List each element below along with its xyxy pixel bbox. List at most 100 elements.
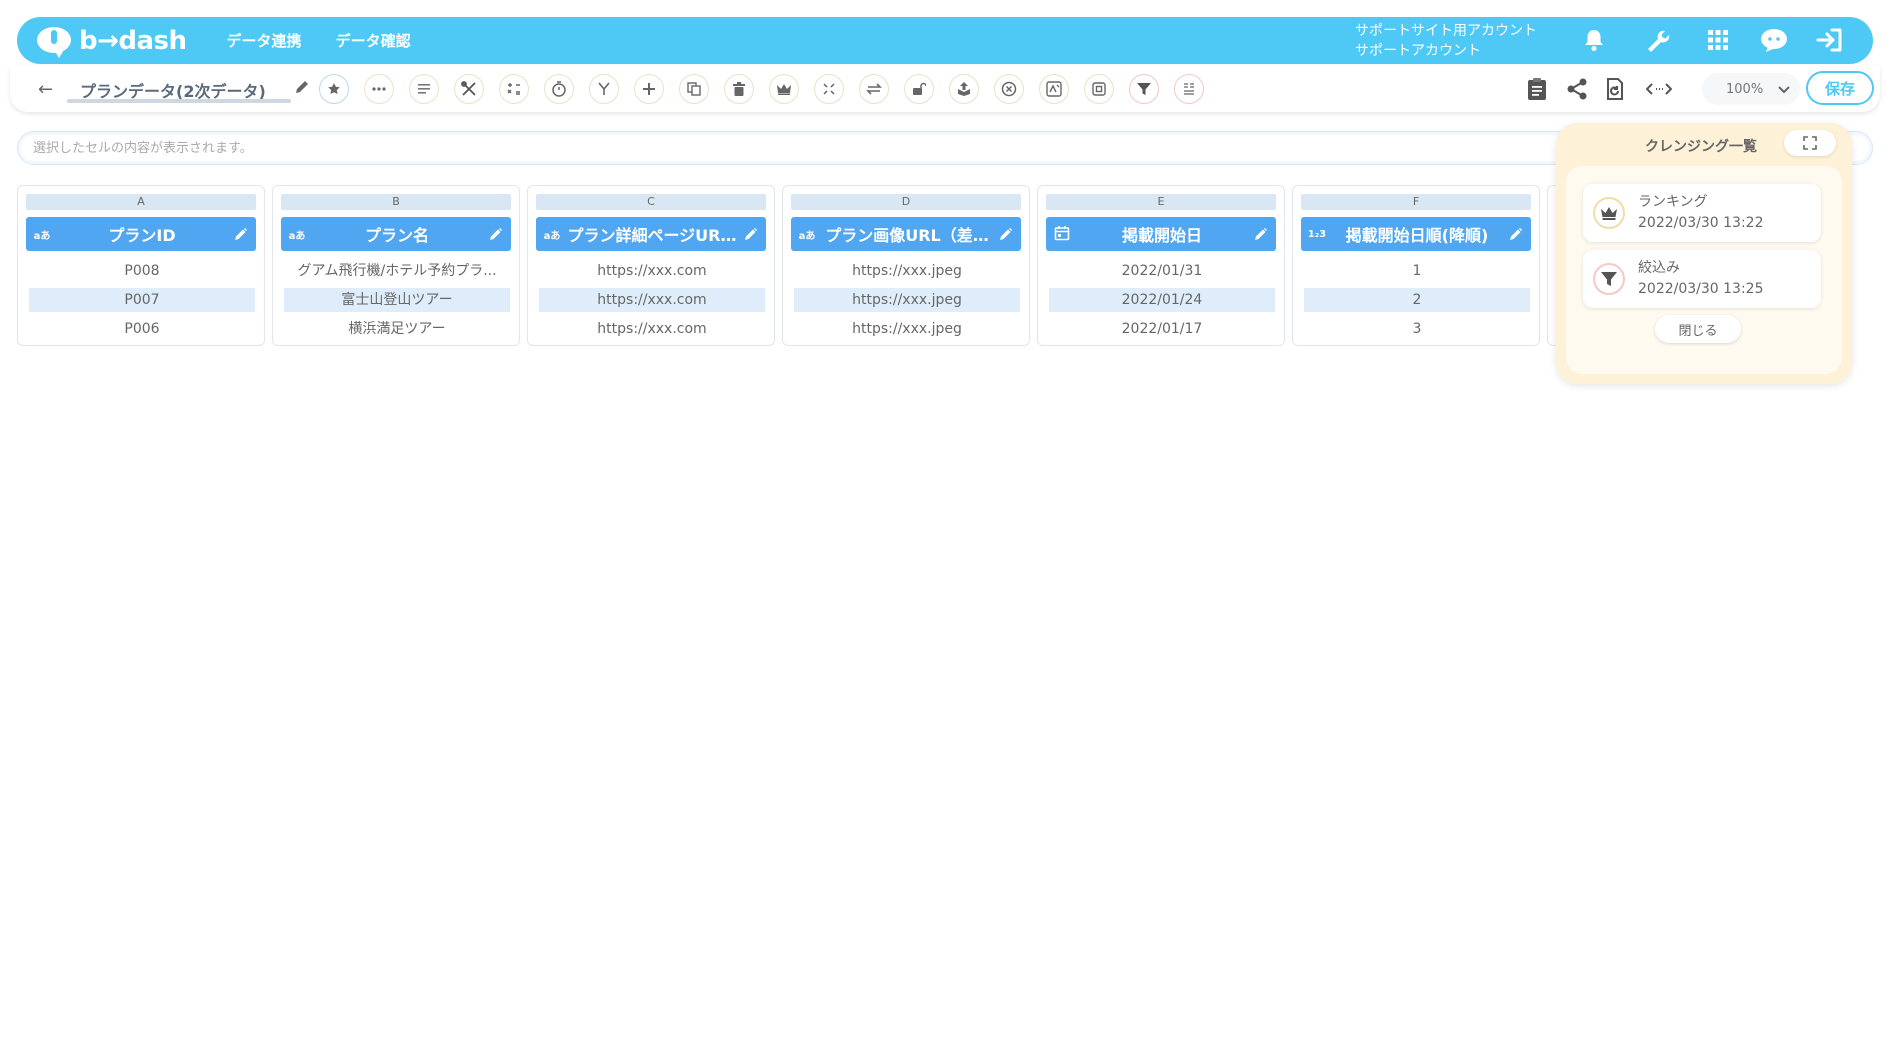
table-cell[interactable]: https://xxx.com <box>539 317 765 341</box>
sort-icon[interactable] <box>1174 74 1204 104</box>
column-name: プランID <box>108 226 176 245</box>
top-header: b→dash データ連携 データ確認 サポートサイト用アカウント サポートアカウ… <box>17 17 1873 64</box>
crown-icon[interactable] <box>769 74 799 104</box>
table-cell[interactable]: 2022/01/31 <box>1049 259 1275 283</box>
column-c: C aあ プラン詳細ページUR… https://xxx.com https:/… <box>527 185 775 346</box>
edit-column-icon[interactable] <box>740 227 762 241</box>
column-a: A aあ プランID P008 P007 P006 <box>17 185 265 346</box>
upload-icon[interactable] <box>949 74 979 104</box>
table-cell[interactable]: P007 <box>29 288 255 312</box>
refresh-icon[interactable] <box>1602 76 1628 102</box>
account-info[interactable]: サポートサイト用アカウント サポートアカウント <box>1355 21 1537 61</box>
logout-icon[interactable] <box>1815 25 1845 55</box>
edit-column-icon[interactable] <box>995 227 1017 241</box>
column-f: F 1₂3 掲載開始日順(降順) 1 2 3 <box>1292 185 1540 346</box>
table-cell[interactable]: グアム飛行機/ホテル予約プラ... <box>284 259 510 283</box>
calculator-icon[interactable] <box>499 74 529 104</box>
lock-icon[interactable] <box>904 74 934 104</box>
save-button[interactable]: 保存 <box>1806 71 1874 105</box>
step-name: 絞込み <box>1638 260 1680 276</box>
column-letter[interactable]: B <box>281 194 511 210</box>
cancel-icon[interactable] <box>994 74 1024 104</box>
text-type-icon: aあ <box>33 230 51 242</box>
zoom-select[interactable]: 100% <box>1702 73 1800 105</box>
column-letter[interactable]: A <box>26 194 256 210</box>
tools-icon[interactable] <box>454 74 484 104</box>
table-cell[interactable]: https://xxx.com <box>539 288 765 312</box>
column-letter[interactable]: E <box>1046 194 1276 210</box>
column-letter[interactable]: D <box>791 194 1021 210</box>
timer-icon[interactable] <box>544 74 574 104</box>
column-name: 掲載開始日 <box>1121 226 1202 245</box>
chat-icon[interactable] <box>1759 25 1789 55</box>
collapse-icon[interactable] <box>814 74 844 104</box>
column-header[interactable]: 1₂3 掲載開始日順(降順) <box>1301 217 1531 251</box>
nav-data-check[interactable]: データ確認 <box>336 30 411 51</box>
text-type-icon: aあ <box>543 230 561 242</box>
edit-title-icon[interactable] <box>294 79 310 99</box>
plus-icon[interactable] <box>634 74 664 104</box>
chevron-down-icon <box>1778 83 1790 98</box>
table-cell[interactable]: 1 <box>1304 259 1530 283</box>
text-type-icon: aあ <box>798 230 816 242</box>
column-name: プラン画像URL（差… <box>825 226 989 245</box>
column-letter[interactable]: C <box>536 194 766 210</box>
merge-icon[interactable] <box>589 74 619 104</box>
edit-column-icon[interactable] <box>230 227 252 241</box>
dots-icon[interactable] <box>364 74 394 104</box>
cleansing-step-ranking[interactable]: ランキング 2022/03/30 13:22 <box>1583 184 1821 242</box>
expand-icon[interactable] <box>1784 130 1836 156</box>
cleansing-step-filter[interactable]: 絞込み 2022/03/30 13:25 <box>1583 250 1821 308</box>
close-button[interactable]: 閉じる <box>1655 315 1741 343</box>
table-cell[interactable]: 2022/01/24 <box>1049 288 1275 312</box>
table-cell[interactable]: https://xxx.com <box>539 259 765 283</box>
column-name: プラン名 <box>364 226 429 245</box>
table-cell[interactable]: P008 <box>29 259 255 283</box>
logo-text: b→dash <box>79 25 187 56</box>
edit-column-icon[interactable] <box>1505 227 1527 241</box>
number-type-icon: 1₂3 <box>1307 228 1327 240</box>
column-name: プラン詳細ページUR… <box>567 226 737 245</box>
table-cell[interactable]: 富士山登山ツアー <box>284 288 510 312</box>
cleansing-panel: クレンジング一覧 ランキング 2022/03/30 13:22 絞込み 2022… <box>1556 123 1852 384</box>
column-header[interactable]: aあ プランID <box>26 217 256 251</box>
square-icon[interactable] <box>1084 74 1114 104</box>
table-cell[interactable]: 2 <box>1304 288 1530 312</box>
edit-column-icon[interactable] <box>485 227 507 241</box>
table-cell[interactable]: 横浜満足ツアー <box>284 317 510 341</box>
back-arrow-icon[interactable]: ← <box>38 79 53 100</box>
code-icon[interactable] <box>1646 76 1672 102</box>
clipboard-icon[interactable] <box>1524 76 1550 102</box>
account-user-name: サポートアカウント <box>1355 43 1481 59</box>
share-icon[interactable] <box>1564 76 1590 102</box>
edit-column-icon[interactable] <box>1250 227 1272 241</box>
step-time: 2022/03/30 13:25 <box>1638 281 1764 297</box>
table-cell[interactable]: https://xxx.jpeg <box>794 259 1020 283</box>
trash-icon[interactable] <box>724 74 754 104</box>
star-icon[interactable] <box>319 74 349 104</box>
copy-icon[interactable] <box>679 74 709 104</box>
filter-icon[interactable] <box>1129 74 1159 104</box>
account-site-name: サポートサイト用アカウント <box>1355 23 1537 39</box>
swap-icon[interactable] <box>859 74 889 104</box>
grid-icon[interactable] <box>1703 25 1733 55</box>
column-header[interactable]: aあ プラン画像URL（差… <box>791 217 1021 251</box>
column-header[interactable]: 掲載開始日 <box>1046 217 1276 251</box>
column-d: D aあ プラン画像URL（差… https://xxx.jpeg https:… <box>782 185 1030 346</box>
table-cell[interactable]: 2022/01/17 <box>1049 317 1275 341</box>
wrench-icon[interactable] <box>1643 25 1673 55</box>
table-cell[interactable]: https://xxx.jpeg <box>794 317 1020 341</box>
nav-data-integration[interactable]: データ連携 <box>227 30 302 51</box>
column-b: B aあ プラン名 グアム飛行機/ホテル予約プラ... 富士山登山ツアー 横浜満… <box>272 185 520 346</box>
transform-icon[interactable] <box>1039 74 1069 104</box>
bell-icon[interactable] <box>1579 25 1609 55</box>
table-cell[interactable]: https://xxx.jpeg <box>794 288 1020 312</box>
column-header[interactable]: aあ プラン名 <box>281 217 511 251</box>
table-cell[interactable]: 3 <box>1304 317 1530 341</box>
table-cell[interactable]: P006 <box>29 317 255 341</box>
app-logo[interactable]: b→dash <box>35 24 187 58</box>
column-letter[interactable]: F <box>1301 194 1531 210</box>
zoom-value: 100% <box>1726 81 1764 97</box>
column-header[interactable]: aあ プラン詳細ページUR… <box>536 217 766 251</box>
list-icon[interactable] <box>409 74 439 104</box>
